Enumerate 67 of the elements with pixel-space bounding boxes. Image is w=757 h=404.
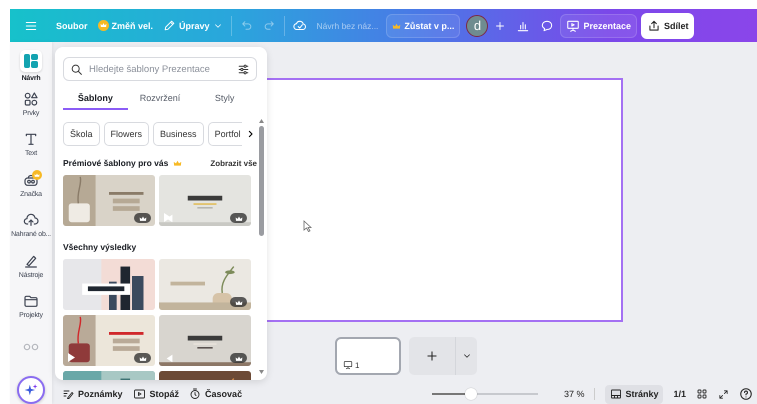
pencil-icon (163, 19, 176, 32)
play-icon (67, 352, 76, 363)
search-input[interactable]: Hledejte šablony Prezentace (89, 64, 231, 74)
search-bar[interactable]: Hledejte šablony Prezentace (63, 57, 257, 81)
filter-chip[interactable]: Portfol (208, 122, 242, 146)
crown-icon (98, 20, 108, 31)
footer-tool[interactable]: Časovač (189, 388, 242, 400)
tab[interactable]: Styly (192, 89, 258, 110)
folder-icon (23, 293, 39, 309)
share-icon (646, 18, 661, 32)
upgrade-button[interactable]: Zůstat v p... (386, 14, 460, 38)
crown-icon (230, 213, 247, 223)
see-all-link[interactable]: Zobrazit vše (210, 158, 257, 168)
timer-icon (189, 388, 202, 400)
scroll-down-icon[interactable] (259, 370, 264, 374)
cursor-icon (303, 220, 312, 232)
magic-button[interactable] (17, 376, 45, 404)
presentation-icon (343, 360, 353, 370)
filter-chip[interactable]: Škola (63, 122, 100, 146)
undo-icon (240, 19, 253, 32)
text-icon (23, 131, 39, 147)
cloud-check-icon (292, 18, 307, 32)
sparkle-icon (24, 383, 38, 398)
shapes-icon (23, 90, 39, 106)
help-icon (739, 387, 753, 401)
comment-icon (540, 18, 554, 32)
section-heading: Prémiové šablony pro vás (63, 158, 168, 168)
crown-icon (392, 22, 402, 30)
filter-icon (237, 62, 250, 76)
video-icon (132, 388, 146, 400)
crown-icon (134, 353, 151, 363)
slide-canvas[interactable] (265, 78, 623, 322)
page-count: 1/1 (673, 389, 686, 399)
tab[interactable]: Šablony (63, 89, 128, 110)
crown-icon (32, 170, 42, 180)
section-heading: Všechny výsledky (63, 242, 136, 252)
redo-icon (262, 19, 276, 32)
crown-icon (230, 353, 247, 363)
search-icon (70, 62, 83, 76)
zoom-reading: 37 % (564, 389, 584, 399)
apps-icon (23, 342, 39, 352)
filter-chip[interactable]: Business (153, 122, 204, 146)
tab[interactable]: Rozvržení (128, 89, 192, 110)
pages-icon (610, 388, 622, 400)
plus-icon (425, 349, 439, 363)
footer-tool[interactable]: Stopáž (132, 388, 180, 400)
plus-icon (494, 20, 506, 32)
pages-button[interactable]: Stránky (605, 384, 664, 404)
play-icon (163, 212, 172, 223)
avatar[interactable]: d (466, 14, 488, 36)
design-icon (20, 50, 42, 72)
share-button[interactable]: Sdílet (640, 12, 694, 38)
crown-icon (134, 213, 151, 223)
grid-view-icon (696, 388, 708, 400)
present-button[interactable]: Prezentace (560, 14, 637, 38)
footer-tool[interactable]: Poznámky (62, 388, 123, 400)
scroll-up-icon[interactable] (259, 119, 264, 123)
pen-icon (23, 252, 39, 268)
crown-icon (173, 159, 182, 167)
cloud-upload-icon (23, 212, 39, 228)
presentation-icon (566, 18, 580, 32)
fullscreen-icon (718, 388, 729, 400)
filter-chip[interactable]: Flowers (104, 122, 150, 146)
scrollbar-thumb[interactable] (259, 126, 264, 236)
crown-icon (230, 297, 247, 307)
page-thumbnail[interactable]: 1 (335, 337, 401, 375)
notes-icon (62, 388, 74, 400)
